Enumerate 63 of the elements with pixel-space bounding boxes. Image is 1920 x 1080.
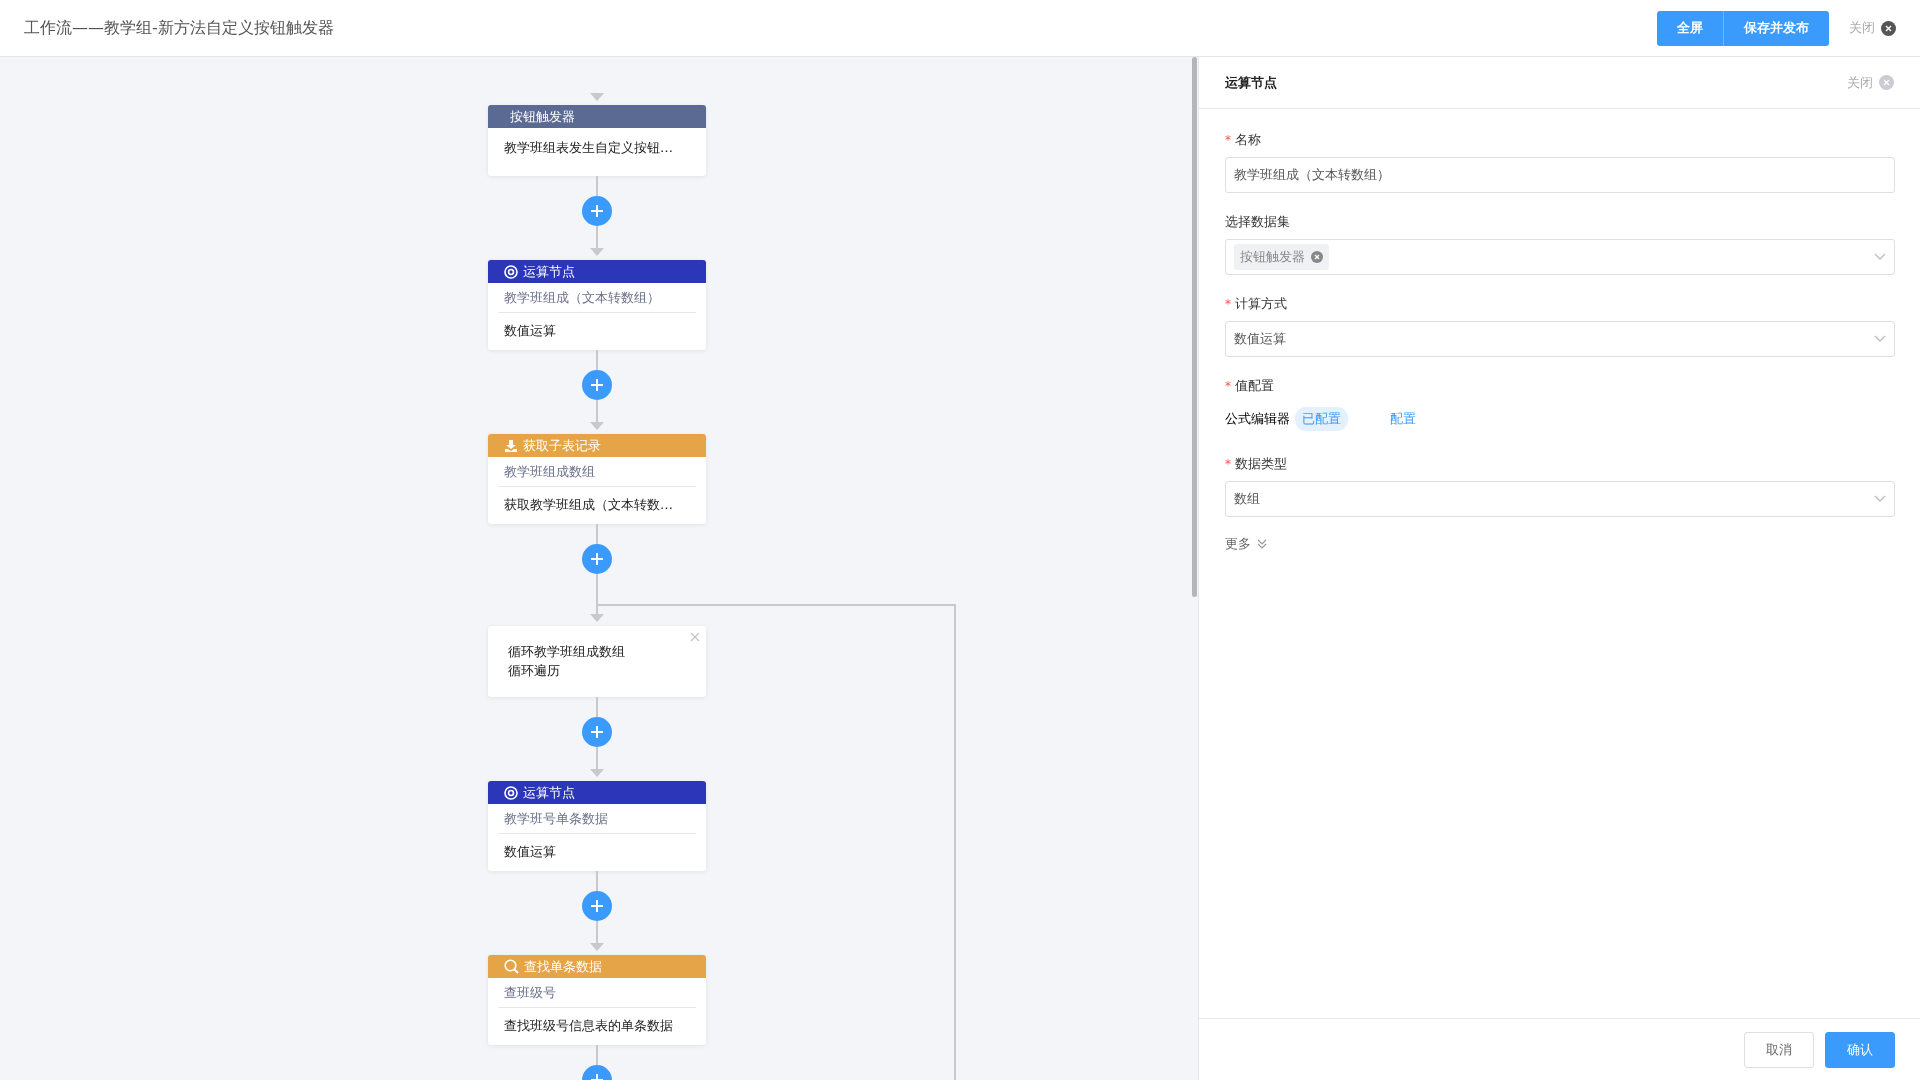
node-description: 教学班组表发生自定义按钮… <box>503 139 674 157</box>
node-title: 运算节点 <box>523 262 575 281</box>
more-toggle[interactable]: 更多 <box>1225 535 1267 553</box>
required-asterisk: * <box>1225 133 1231 147</box>
plus-icon <box>590 725 604 739</box>
flow-node-card[interactable]: 查找单条数据 查班级号 查找班级号信息表的单条数据 <box>488 955 706 1045</box>
flow-node-card[interactable]: 运算节点 教学班号单条数据 数值运算 <box>488 781 706 871</box>
plus-icon <box>590 552 604 566</box>
flow-node-card[interactable]: 按钮触发器 教学班组表发生自定义按钮… <box>488 105 706 176</box>
cancel-button[interactable]: 取消 <box>1744 1031 1814 1068</box>
remove-icon[interactable] <box>1311 251 1323 263</box>
scrollbar-thumb[interactable] <box>1192 57 1197 597</box>
field-label: 选择数据集 <box>1225 213 1290 231</box>
arrow-head-icon <box>590 93 604 101</box>
add-node-button[interactable] <box>582 196 612 226</box>
node-subtitle: 教学班号单条数据 <box>498 804 696 834</box>
node-description: 查找班级号信息表的单条数据 <box>503 1017 674 1035</box>
field-label: 数据类型 <box>1235 455 1287 473</box>
status-badge: 已配置 <box>1295 407 1348 431</box>
field-label: 值配置 <box>1235 377 1274 395</box>
search-icon <box>504 959 519 974</box>
select-field[interactable]: 数组 <box>1225 481 1895 517</box>
node-subtitle: 教学班组成（文本转数组） <box>498 283 696 313</box>
plus-icon <box>590 204 604 218</box>
download-tray-icon <box>504 438 518 453</box>
plus-icon <box>590 378 604 392</box>
flow-node-card[interactable]: 运算节点 教学班组成（文本转数组） 数值运算 <box>488 260 706 350</box>
chevron-down-icon <box>1874 335 1886 343</box>
required-asterisk: * <box>1225 379 1231 393</box>
node-description: 数值运算 <box>503 322 557 340</box>
node-description: 数值运算 <box>503 843 557 861</box>
node-title: 运算节点 <box>523 783 575 802</box>
chevron-down-icon <box>1874 253 1886 261</box>
add-node-button[interactable] <box>582 717 612 747</box>
flow-node-card[interactable]: 获取子表记录 教学班组成数组 获取教学班组成（文本转数… <box>488 434 706 524</box>
node-subtitle: 教学班组成数组 <box>498 457 696 487</box>
page-title: 工作流——教学组-新方法自定义按钮触发器 <box>24 17 335 39</box>
field-label: 计算方式 <box>1235 295 1287 313</box>
required-asterisk: * <box>1225 297 1231 311</box>
select-field[interactable]: 数值运算 <box>1225 321 1895 357</box>
node-title: 按钮触发器 <box>510 107 575 126</box>
panel-title: 运算节点 <box>1225 73 1278 92</box>
add-node-button[interactable] <box>582 370 612 400</box>
swirl-icon <box>504 785 518 800</box>
name-input-field[interactable]: 教学班组成（文本转数组） <box>1225 157 1895 193</box>
chevron-down-icon <box>1874 495 1886 503</box>
field-label: 名称 <box>1235 131 1261 149</box>
formula-editor-label: 公式编辑器 <box>1225 410 1290 428</box>
required-asterisk: * <box>1225 457 1231 471</box>
loop-node-card[interactable]: 循环教学班组成数组 循环遍历 <box>488 626 706 697</box>
swirl-icon <box>504 264 518 279</box>
node-title: 查找单条数据 <box>524 957 602 976</box>
node-description: 获取教学班组成（文本转数… <box>503 496 674 514</box>
add-node-button[interactable] <box>582 891 612 921</box>
add-node-button[interactable] <box>582 544 612 574</box>
loop-node-text: 循环遍历 <box>508 662 561 680</box>
dataset-tag: 按钮触发器 <box>1234 244 1329 270</box>
close-icon[interactable] <box>1881 20 1896 36</box>
node-subtitle: 查班级号 <box>498 978 696 1008</box>
node-title: 获取子表记录 <box>523 436 601 455</box>
double-chevron-down-icon <box>1257 539 1267 549</box>
plus-icon <box>590 899 604 913</box>
loop-node-text: 循环教学班组成数组 <box>508 643 626 661</box>
